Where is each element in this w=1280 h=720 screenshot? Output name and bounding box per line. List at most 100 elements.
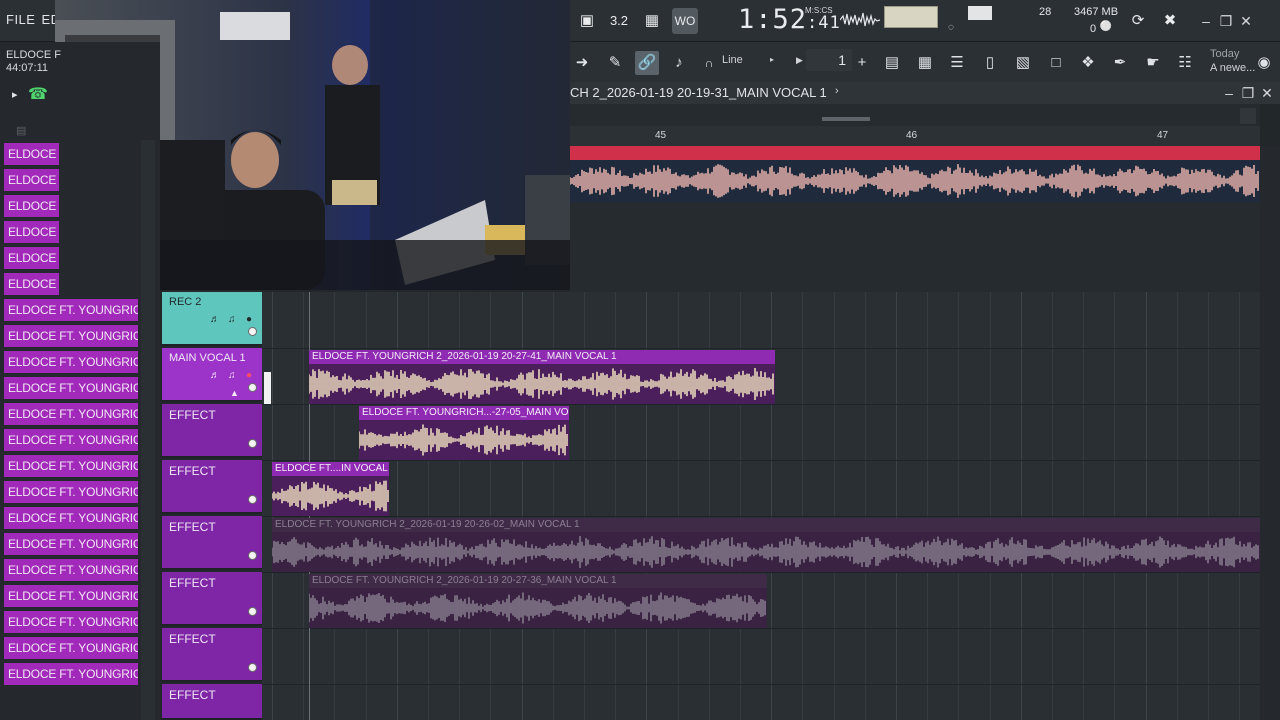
browser-item[interactable]: ELDOCE FT. YOUNGRICH 2... — [4, 455, 138, 477]
track-led[interactable] — [248, 383, 257, 392]
track-rec-2[interactable]: REC 2 ♬ ♫ ● — [162, 292, 262, 346]
step-edit-icon[interactable]: ▦ — [639, 8, 665, 34]
track-led[interactable] — [248, 663, 257, 672]
playlist-scrollbar[interactable] — [1260, 146, 1280, 720]
clip-header[interactable]: ELDOCE FT. YOUNGRICH 2_2026-01-19 20-27-… — [309, 350, 775, 364]
track-effect-5[interactable]: EFFECT — [162, 628, 262, 682]
clip-header[interactable]: ELDOCE FT. YOUNGRICH 2_2026-01-19 20-26-… — [272, 518, 1260, 532]
track-led[interactable] — [248, 439, 257, 448]
channel-rack-icon[interactable]: ▦ — [913, 51, 937, 75]
playlist-close-icon[interactable]: ✕ — [1258, 84, 1276, 102]
browser-item[interactable]: ELDOCE FT — [4, 169, 59, 191]
clip-header[interactable]: ELDOCE FT. YOUNGRICH 2_2026-01-19 20-27-… — [309, 574, 767, 588]
globe-icon[interactable]: ◉ — [1252, 51, 1276, 75]
title-arrow-icon[interactable]: › — [835, 85, 839, 97]
mixer-icon[interactable]: ▯ — [978, 51, 1002, 75]
track-led[interactable] — [248, 495, 257, 504]
track-effect-2[interactable]: EFFECT — [162, 460, 262, 514]
browser-item[interactable]: ELDOCE FT. YOUNGRICH 2... — [4, 507, 138, 529]
record-icon[interactable]: ● — [246, 370, 252, 381]
browser-item[interactable]: ELDOCE FT — [4, 273, 59, 295]
audio-clip[interactable]: ELDOCE FT....IN VOCAL 1 — [272, 462, 389, 516]
browser-item[interactable]: ELDOCE FT. YOUNGRICH 2... — [4, 637, 138, 659]
speaker-icon[interactable]: ♬ — [210, 370, 220, 381]
file-icon[interactable]: □ — [1044, 51, 1068, 75]
play-arrow-icon[interactable]: ▶ — [796, 55, 803, 66]
expand-arrow-icon[interactable]: ▸ — [12, 88, 18, 101]
browser-item[interactable]: ELDOCE FT. YOUNGRICH 2... — [4, 611, 138, 633]
browser-item[interactable]: ELDOCE FT. YOUNGRICH 2... — [4, 533, 138, 555]
top-clip-header[interactable] — [570, 146, 1260, 160]
browser-item[interactable]: ELDOCE FT. YOUNGRICH 2... — [4, 351, 138, 373]
speaker-icon[interactable]: ♬ — [210, 314, 220, 325]
record-icon[interactable]: ● — [246, 314, 252, 325]
cart-icon[interactable]: ☷ — [1173, 51, 1197, 75]
track-led[interactable] — [248, 607, 257, 616]
list-icon[interactable]: ☰ — [945, 51, 969, 75]
collapse-arrow-icon[interactable]: ▲ — [230, 388, 239, 398]
browser-item[interactable]: ELDOCE FT. YOUNGRICH 2... — [4, 403, 138, 425]
mute-icon[interactable]: ♫ — [228, 370, 236, 381]
playlist-icon[interactable]: ▤ — [880, 51, 904, 75]
restore-icon[interactable]: ❐ — [1217, 12, 1235, 30]
plus-icon[interactable]: + — [850, 51, 874, 75]
headphone-icon[interactable]: ☎ — [28, 84, 48, 104]
stamp-icon[interactable]: ♪ — [667, 51, 691, 75]
track-effect-6[interactable]: EFFECT — [162, 684, 262, 720]
track-led[interactable] — [248, 327, 257, 336]
overview-scroll[interactable] — [822, 117, 870, 121]
audio-clip-muted[interactable]: ELDOCE FT. YOUNGRICH 2_2026-01-19 20-27-… — [309, 574, 767, 628]
browser-item[interactable]: ELDOCE FT. YOUNGRICH 2... — [4, 429, 138, 451]
project-time: 44:07:11 — [6, 62, 49, 74]
browser-item[interactable]: ELDOCE FT. YOUNGRICH 2... — [4, 299, 138, 321]
link-icon[interactable]: 🔗 — [635, 51, 659, 75]
shuffle-icon[interactable]: ✖ — [1157, 8, 1183, 34]
overview-strip[interactable] — [570, 104, 1260, 126]
paint-brush-icon[interactable]: ✎ — [603, 51, 627, 75]
browser-item[interactable]: ELDOCE FT — [4, 195, 59, 217]
loop-record-icon[interactable]: WO — [672, 8, 698, 34]
plugin-icon[interactable]: ❖ — [1076, 51, 1100, 75]
grid-line — [958, 292, 959, 720]
audio-clip-muted[interactable]: ELDOCE FT. YOUNGRICH 2_2026-01-19 20-26-… — [272, 518, 1260, 572]
track-effect-4[interactable]: EFFECT — [162, 572, 262, 626]
clip-header[interactable]: ELDOCE FT....IN VOCAL 1 — [272, 462, 389, 476]
track-effect-1[interactable]: EFFECT — [162, 404, 262, 458]
browser-item[interactable]: ELDOCE FT. YOUNGRICH 2... — [4, 585, 138, 607]
pattern-number[interactable]: 1 — [806, 49, 852, 71]
audio-clip[interactable]: ELDOCE FT. YOUNGRICH...-27-05_MAIN VOCAL… — [359, 406, 569, 460]
countdown-icon[interactable]: 3.2 — [606, 8, 632, 34]
browser-item[interactable]: ELDOCE FT. YOUNGRICH 2... — [4, 377, 138, 399]
refresh-icon[interactable]: ⟳ — [1125, 8, 1151, 34]
snap-select[interactable]: Line — [722, 54, 743, 66]
track-led[interactable] — [248, 551, 257, 560]
magnet-icon[interactable]: ∩ — [697, 51, 721, 75]
overview-button[interactable] — [1240, 108, 1256, 124]
browser-item[interactable]: ELDOCE FT — [4, 247, 59, 269]
browser-item[interactable]: ELDOCE FT. YOUNGRICH 2... — [4, 663, 138, 685]
close-icon[interactable]: ✕ — [1237, 12, 1255, 30]
browser-item[interactable]: ELDOCE FT. YOUNGRICH 2... — [4, 325, 138, 347]
song-position-slider[interactable] — [884, 6, 938, 28]
browser-item[interactable]: ELDOCE FT. YOUNGRICH 2... — [4, 481, 138, 503]
routing-icon[interactable]: ▧ — [1011, 51, 1035, 75]
audio-clip[interactable]: ELDOCE FT. YOUNGRICH 2_2026-01-19 20-27-… — [309, 350, 775, 404]
mute-icon[interactable]: ♫ — [228, 314, 236, 325]
playlist-restore-icon[interactable]: ❐ — [1239, 84, 1257, 102]
track-effect-3[interactable]: EFFECT — [162, 516, 262, 570]
track-main-vocal-1[interactable]: MAIN VOCAL 1 ♬ ♫ ● ▲ — [162, 348, 262, 402]
pen-icon[interactable]: ✒ — [1108, 51, 1132, 75]
record-dot-icon[interactable]: ◌ — [944, 22, 958, 34]
browser-item[interactable]: ELDOCE FT — [4, 143, 59, 165]
menu-file[interactable]: FILE — [6, 12, 35, 27]
hand-icon[interactable]: ☛ — [1141, 51, 1165, 75]
browser-item[interactable]: ELDOCE FT. YOUNGRICH 2... — [4, 559, 138, 581]
minimize-icon[interactable]: – — [1197, 12, 1215, 30]
playlist-minimize-icon[interactable]: – — [1220, 84, 1238, 102]
browser-item[interactable]: ELDOCE FT — [4, 221, 59, 243]
arrow-right-icon[interactable]: ➜ — [570, 51, 594, 75]
browser-scrollbar[interactable] — [141, 140, 155, 720]
typing-keyboard-icon[interactable]: ▣ — [574, 8, 600, 34]
clip-header[interactable]: ELDOCE FT. YOUNGRICH...-27-05_MAIN VOCAL… — [359, 406, 569, 420]
snap-arrow-icon[interactable]: ▸ — [770, 55, 774, 64]
